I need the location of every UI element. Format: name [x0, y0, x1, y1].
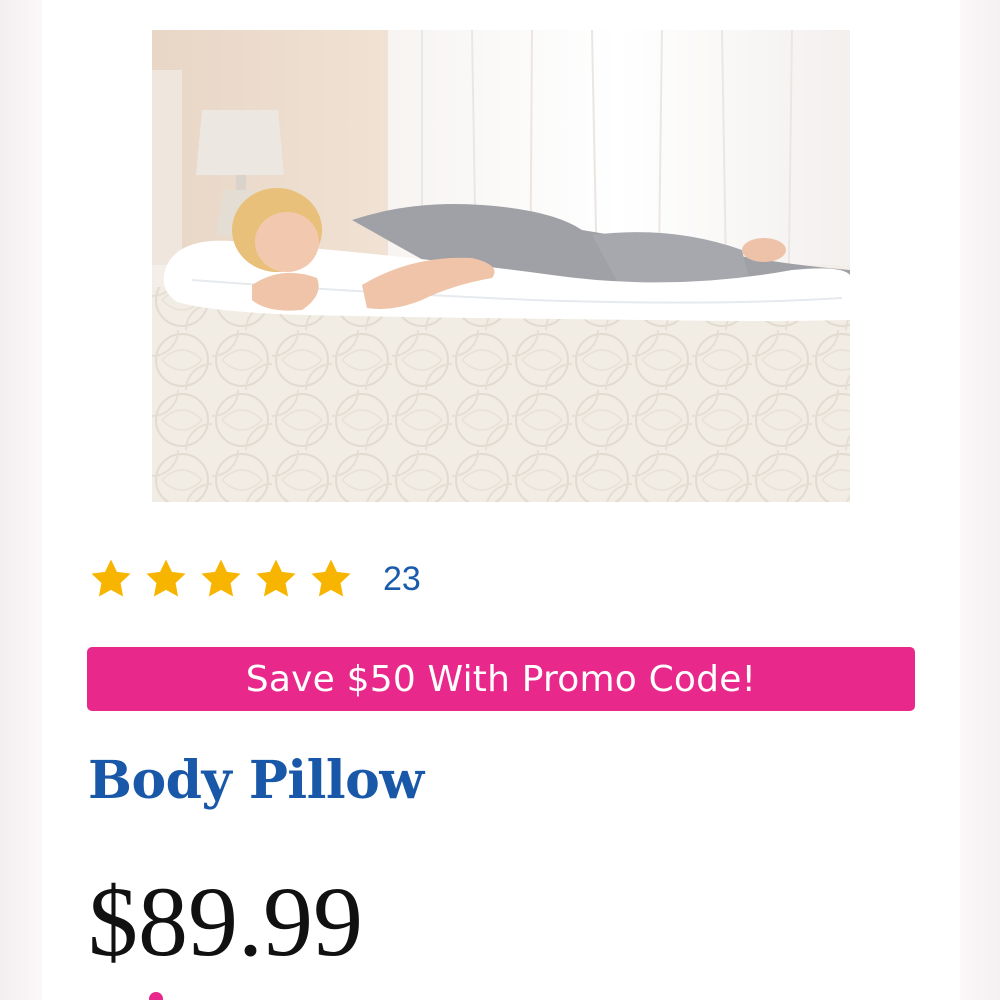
star-icon: [91, 559, 131, 597]
product-image[interactable]: [152, 30, 850, 502]
product-photo: [152, 30, 850, 502]
star-icon: [256, 559, 296, 597]
product-card: 23 Save $50 With Promo Code! Body Pillow…: [42, 0, 960, 1000]
promo-banner[interactable]: Save $50 With Promo Code!: [87, 647, 915, 711]
star-icon: [146, 559, 186, 597]
product-price: $89.99: [88, 866, 363, 977]
star-icon: [201, 559, 241, 597]
rating-row[interactable]: 23: [88, 556, 421, 602]
review-count-link[interactable]: 23: [383, 560, 421, 599]
product-title: Body Pillow: [88, 750, 424, 811]
cut-off-pink-element: [149, 992, 163, 1000]
star-icon: [311, 559, 351, 597]
star-rating: [88, 556, 363, 602]
